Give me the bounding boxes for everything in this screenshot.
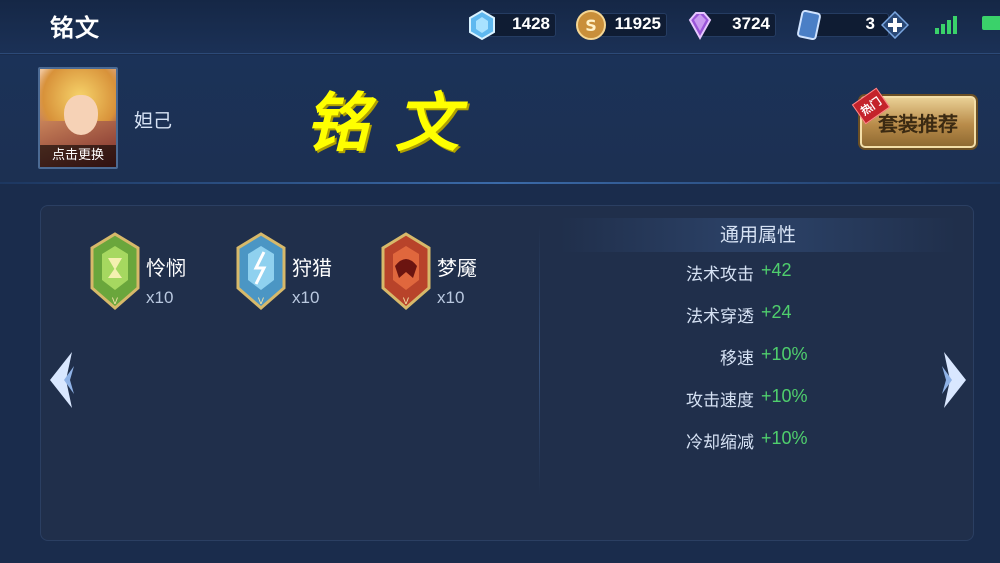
- rune-count: x10: [292, 288, 320, 307]
- attribute-value: +42: [761, 260, 792, 280]
- rune-name: 狩猎: [292, 256, 332, 280]
- top-bar: 铭文 1428 S 11925 3724 3: [0, 0, 1000, 54]
- set-recommend-button[interactable]: 套装推荐 热门: [851, 87, 976, 148]
- attribute-key: 冷却缩减: [686, 433, 754, 453]
- nightmare-rune-icon: V: [381, 232, 431, 310]
- panel-divider: [539, 225, 540, 495]
- rune-name: 梦魇: [437, 256, 477, 280]
- attribute-row: 攻击速度 +10%: [600, 386, 900, 412]
- svg-text:V: V: [112, 297, 119, 307]
- crystal-icon: [469, 9, 495, 41]
- signal-strength-icon: [935, 16, 957, 34]
- rune-count: x10: [437, 288, 465, 307]
- attributes-title: 通用属性: [560, 218, 956, 252]
- chevron-left-icon[interactable]: [44, 348, 80, 412]
- svg-text:V: V: [403, 297, 410, 307]
- diamond-icon: [688, 12, 712, 41]
- rune-item-hunt[interactable]: V 狩猎 x10: [236, 232, 386, 322]
- attribute-key: 移速: [720, 349, 754, 369]
- ticket-counter[interactable]: 3: [793, 9, 911, 41]
- attribute-row: 法术攻击 +42: [600, 260, 900, 286]
- header-divider: [0, 182, 1000, 184]
- chevron-right-icon[interactable]: [936, 348, 972, 412]
- window-title: 铭文: [50, 14, 100, 42]
- diamond-value: 3724: [732, 14, 770, 33]
- change-hero-label: 点击更换: [40, 145, 116, 167]
- mercy-rune-icon: V: [90, 232, 140, 310]
- attribute-value: +10%: [761, 344, 808, 364]
- svg-text:V: V: [258, 297, 265, 307]
- attribute-row: 冷却缩减 +10%: [600, 428, 900, 454]
- attribute-key: 法术攻击: [686, 265, 754, 285]
- set-recommend-label: 套装推荐: [878, 111, 958, 136]
- attribute-key: 法术穿透: [686, 307, 754, 327]
- hero-name: 妲己: [134, 110, 173, 132]
- diamond-counter[interactable]: 3724: [684, 10, 776, 41]
- crystal-counter[interactable]: 1428: [466, 9, 556, 41]
- attribute-value: +10%: [761, 428, 808, 448]
- hunt-rune-icon: V: [236, 232, 286, 310]
- attribute-row: 法术穿透 +24: [600, 302, 900, 328]
- attribute-value: +10%: [761, 386, 808, 406]
- rune-count: x10: [146, 288, 174, 307]
- rune-item-nightmare[interactable]: V 梦魇 x10: [381, 232, 531, 322]
- rune-item-mercy[interactable]: V 怜悯 x10: [90, 232, 240, 322]
- plus-icon[interactable]: [881, 11, 909, 39]
- attribute-key: 攻击速度: [686, 391, 754, 411]
- gold-coin-icon: S: [576, 10, 606, 40]
- attribute-value: +24: [761, 302, 792, 322]
- page-heading: 铭文: [305, 86, 485, 161]
- svg-text:S: S: [585, 16, 597, 35]
- ticket-value: 3: [865, 14, 875, 33]
- rune-name: 怜悯: [146, 256, 186, 280]
- battery-icon: [982, 16, 1000, 30]
- attribute-row: 移速 +10%: [600, 344, 900, 370]
- gold-value: 11925: [614, 14, 661, 33]
- hero-avatar[interactable]: 点击更换: [38, 67, 118, 169]
- gold-counter[interactable]: S 11925: [575, 10, 667, 40]
- card-ticket-icon: [797, 9, 821, 41]
- crystal-value: 1428: [512, 14, 550, 33]
